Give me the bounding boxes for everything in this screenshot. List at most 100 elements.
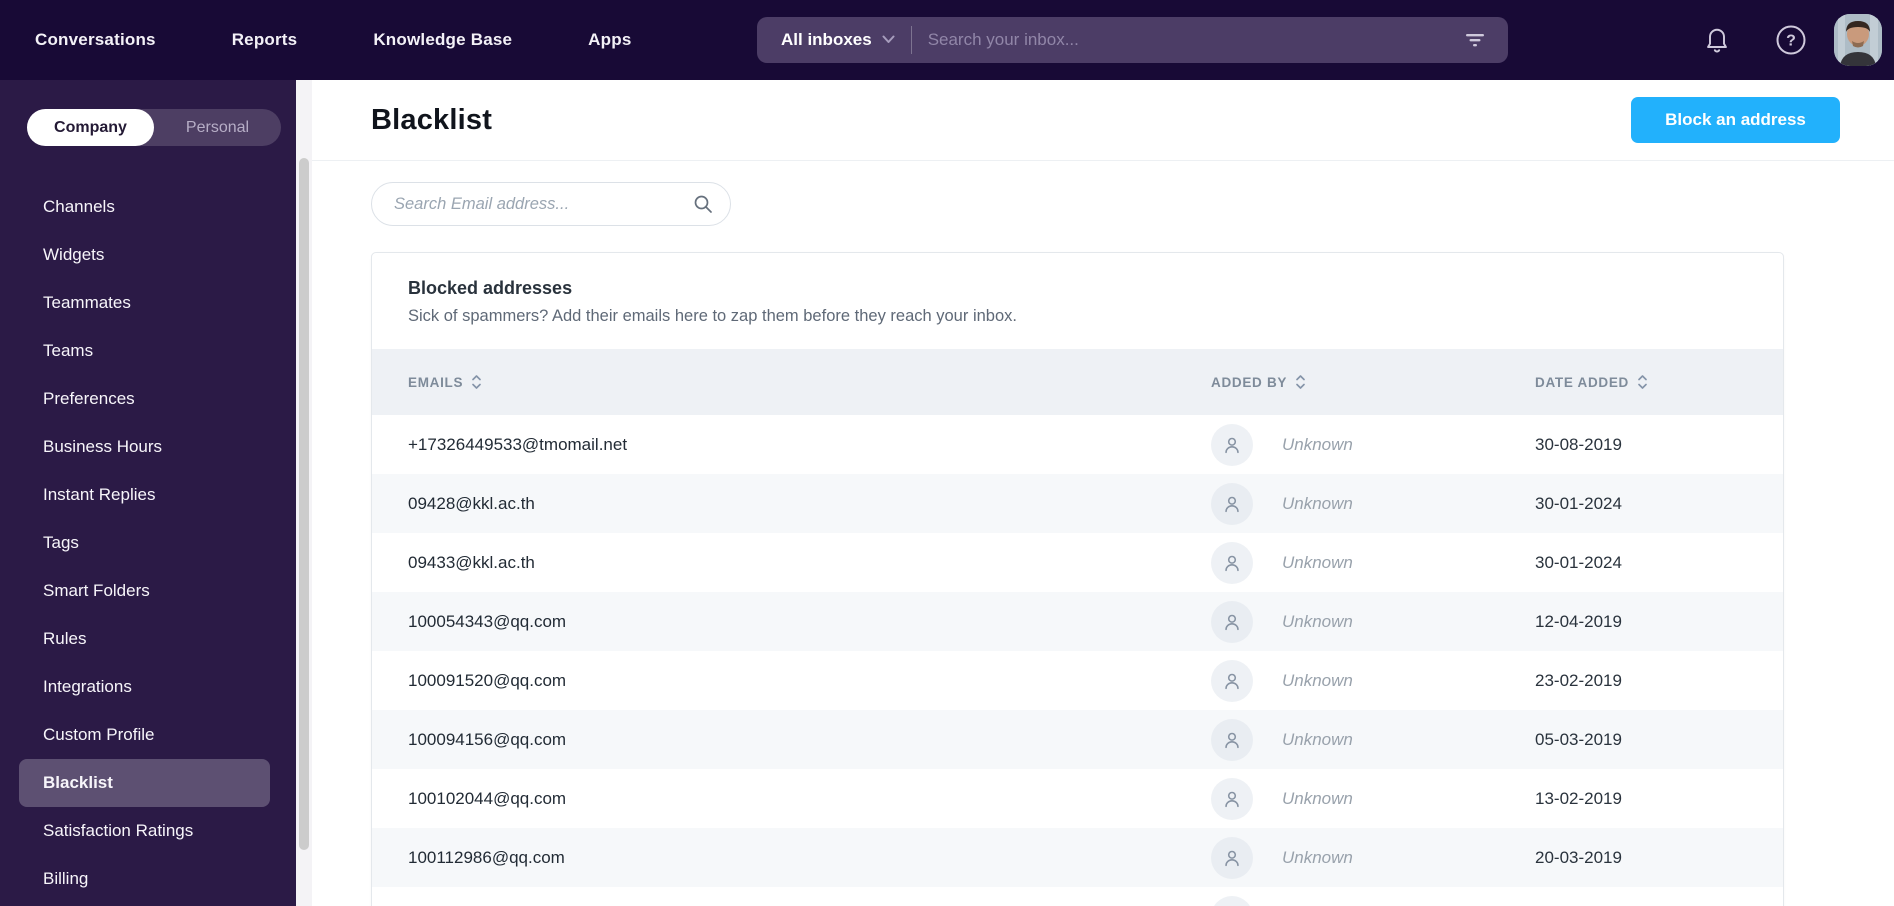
column-header-added-by[interactable]: ADDED BY xyxy=(1211,375,1535,390)
nav-reports[interactable]: Reports xyxy=(232,30,298,50)
settings-sidebar: Company Personal Channels Widgets Teamma… xyxy=(0,80,296,906)
sidebar-item-custom-profile[interactable]: Custom Profile xyxy=(19,711,270,759)
row-added-by: Unknown xyxy=(1282,493,1353,513)
sidebar-item-label: Integrations xyxy=(43,677,132,696)
row-added-by-cell: Unknown xyxy=(1211,777,1535,820)
toggle-personal[interactable]: Personal xyxy=(154,109,281,146)
card-subtitle: Sick of spammers? Add their emails here … xyxy=(408,307,1017,325)
inbox-filter-dropdown[interactable]: All inboxes xyxy=(781,30,895,50)
sidebar-item-label: Blacklist xyxy=(43,773,113,792)
sidebar-item-smart-folders[interactable]: Smart Folders xyxy=(19,567,270,615)
table-row: 100094156@qq.com Unknown 05-03-2019 xyxy=(372,710,1783,769)
row-date: 23-02-2019 xyxy=(1535,670,1622,690)
row-added-by-cell: Unknown xyxy=(1211,600,1535,643)
row-added-by-cell: Unknown xyxy=(1211,423,1535,466)
top-navigation-bar: Conversations Reports Knowledge Base App… xyxy=(0,0,1894,80)
sidebar-item-teammates[interactable]: Teammates xyxy=(19,279,270,327)
row-added-by: Unknown xyxy=(1282,434,1353,454)
sidebar-item-business-hours[interactable]: Business Hours xyxy=(19,423,270,471)
column-header-emails[interactable]: EMAILS xyxy=(408,375,1211,390)
person-icon xyxy=(1211,895,1253,906)
nav-conversations[interactable]: Conversations xyxy=(35,30,156,50)
row-added-by: Unknown xyxy=(1282,729,1353,749)
table-header-row: EMAILS ADDED BY DATE ADDED xyxy=(372,349,1783,415)
sidebar-item-label: Preferences xyxy=(43,389,135,408)
sidebar-item-label: Rules xyxy=(43,629,87,648)
sidebar-item-instant-replies[interactable]: Instant Replies xyxy=(19,471,270,519)
row-email: 100054343@qq.com xyxy=(408,611,567,631)
table-body: +17326449533@tmomail.net Unknown 30-08-2… xyxy=(372,415,1783,906)
row-added-by-cell xyxy=(1211,895,1535,906)
sidebar-item-channels[interactable]: Channels xyxy=(19,183,270,231)
row-email: 09428@kkl.ac.th xyxy=(408,493,535,513)
nav-knowledge-base[interactable]: Knowledge Base xyxy=(373,30,512,50)
sidebar-item-label: Custom Profile xyxy=(43,725,155,744)
sidebar-item-preferences[interactable]: Preferences xyxy=(19,375,270,423)
nav-apps[interactable]: Apps xyxy=(588,30,631,50)
sidebar-item-label: Business Hours xyxy=(43,437,163,456)
row-date: 05-03-2019 xyxy=(1535,729,1622,749)
row-email: 100112986@qq.com xyxy=(408,847,565,867)
help-icon[interactable]: ? xyxy=(1774,23,1808,57)
table-row: 100091520@qq.com Unknown 23-02-2019 xyxy=(372,651,1783,710)
person-icon xyxy=(1211,836,1253,879)
sidebar-item-billing[interactable]: Billing xyxy=(19,855,270,903)
row-email: 100091520@qq.com xyxy=(408,670,567,690)
sidebar-item-rules[interactable]: Rules xyxy=(19,615,270,663)
row-date: 20-03-2019 xyxy=(1535,847,1622,867)
table-row-partial xyxy=(372,887,1783,906)
column-header-date-added[interactable]: DATE ADDED xyxy=(1535,375,1783,390)
svg-text:?: ? xyxy=(1786,33,1796,50)
sidebar-item-satisfaction-ratings[interactable]: Satisfaction Ratings xyxy=(19,807,270,855)
table-row: +17326449533@tmomail.net Unknown 30-08-2… xyxy=(372,415,1783,474)
sidebar-item-teams[interactable]: Teams xyxy=(19,327,270,375)
person-icon xyxy=(1211,718,1253,761)
sidebar-item-label: Smart Folders xyxy=(43,581,150,600)
blacklist-settings-screen: Conversations Reports Knowledge Base App… xyxy=(0,0,1894,906)
person-icon xyxy=(1211,482,1253,525)
person-icon xyxy=(1211,777,1253,820)
row-email: 09433@kkl.ac.th xyxy=(408,552,535,572)
sidebar-item-label: Teams xyxy=(43,341,94,360)
toggle-company[interactable]: Company xyxy=(27,109,154,146)
card-title: Blocked addresses xyxy=(408,278,573,298)
chevron-down-icon xyxy=(882,31,895,49)
notifications-bell-icon[interactable] xyxy=(1700,23,1734,57)
blocked-addresses-card: Blocked addresses Sick of spammers? Add … xyxy=(371,252,1784,906)
row-email: 100102044@qq.com xyxy=(408,788,567,808)
filter-icon[interactable] xyxy=(1460,25,1490,55)
sidebar-item-label: Billing xyxy=(43,869,89,888)
search-icon xyxy=(693,194,713,219)
row-date: 12-04-2019 xyxy=(1535,611,1622,631)
inbox-search-input[interactable] xyxy=(927,30,1460,50)
email-search-input[interactable] xyxy=(371,182,731,226)
row-date: 30-01-2024 xyxy=(1535,552,1622,572)
inbox-search-bar: All inboxes xyxy=(757,17,1508,63)
row-date: 30-01-2024 xyxy=(1535,493,1622,513)
sidebar-scrollbar-track xyxy=(296,80,312,906)
sort-icon xyxy=(1638,375,1647,389)
settings-menu: Channels Widgets Teammates Teams Prefere… xyxy=(0,183,296,903)
sidebar-item-label: Satisfaction Ratings xyxy=(43,821,194,840)
sidebar-scrollbar-thumb[interactable] xyxy=(299,158,309,850)
row-date: 30-08-2019 xyxy=(1535,434,1622,454)
user-avatar[interactable] xyxy=(1834,14,1882,66)
sidebar-item-tags[interactable]: Tags xyxy=(19,519,270,567)
column-label: EMAILS xyxy=(408,374,464,390)
sidebar-item-integrations[interactable]: Integrations xyxy=(19,663,270,711)
email-search-row xyxy=(371,182,731,226)
page-title: Blacklist xyxy=(371,103,493,136)
sidebar-item-label: Channels xyxy=(43,197,115,216)
main-content: Blacklist Block an address Blocked addre… xyxy=(312,80,1894,906)
table-row: 100112986@qq.com Unknown 20-03-2019 xyxy=(372,828,1783,887)
block-address-button[interactable]: Block an address xyxy=(1631,97,1840,143)
sidebar-item-widgets[interactable]: Widgets xyxy=(19,231,270,279)
sidebar-item-blacklist[interactable]: Blacklist xyxy=(19,759,270,807)
pill-divider xyxy=(910,26,912,54)
column-label: ADDED BY xyxy=(1211,374,1288,390)
company-personal-toggle: Company Personal xyxy=(27,109,281,146)
table-row: 100102044@qq.com Unknown 13-02-2019 xyxy=(372,769,1783,828)
topbar-right-icons: ? xyxy=(1700,0,1894,80)
page-header: Blacklist Block an address xyxy=(312,80,1894,161)
row-added-by-cell: Unknown xyxy=(1211,718,1535,761)
